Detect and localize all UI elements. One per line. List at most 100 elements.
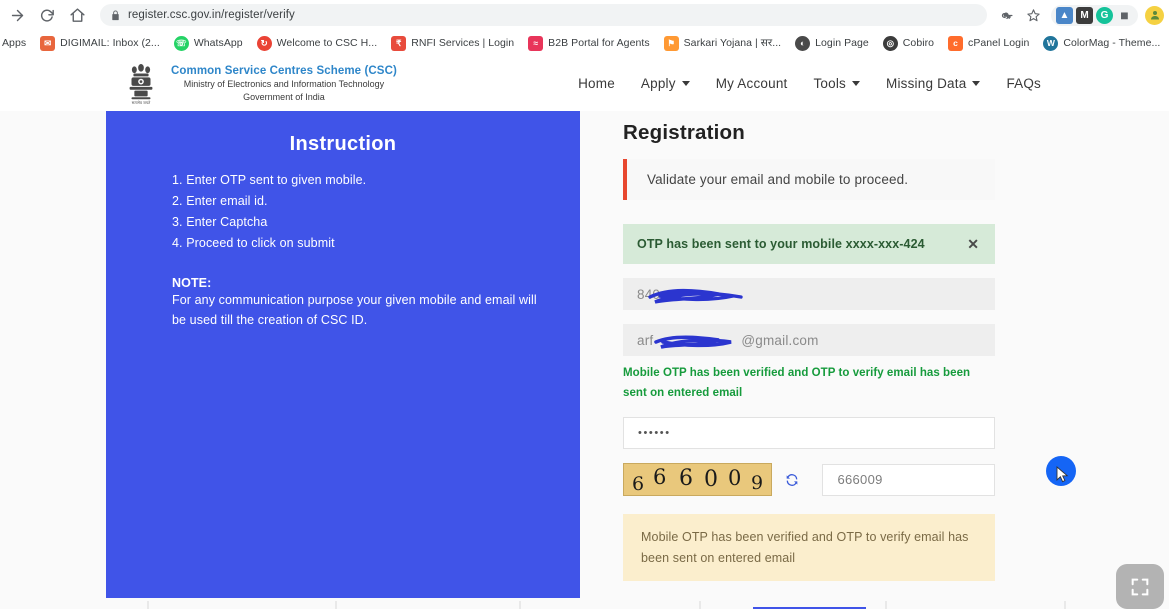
bookmark-label: Cobiro [902,37,935,49]
close-icon[interactable]: ✕ [967,237,979,251]
bookmark-item[interactable]: ✉ DIGIMAIL: Inbox (2... [33,32,167,54]
colormag-favicon: W [1043,35,1059,51]
bookmark-label: Login Page [815,37,869,49]
key-icon[interactable] [995,3,1019,27]
browser-window: register.csc.gov.in/register/verify ▲ M … [0,0,1169,609]
address-bar[interactable]: register.csc.gov.in/register/verify [100,4,987,26]
bookmark-item[interactable]: ◐ Login Page [788,32,876,54]
bookmark-item[interactable]: c cPanel Login [941,32,1036,54]
csc-favicon: ↻ [256,35,272,51]
registration-form: Registration Validate your email and mob… [623,111,995,609]
bookmark-label: B2B Portal for Agents [548,37,650,49]
bookmark-label: RNFI Services | Login [411,37,515,49]
captcha-char: 9 [751,472,764,495]
bottom-edge-ticks [147,601,1066,609]
bookmark-apps-label: Apps [2,37,27,49]
instruction-step: 2. Enter email id. [172,194,268,208]
bookmark-item[interactable]: ↻ Welcome to CSC H... [250,32,385,54]
bookmark-item[interactable]: ◎ Cobiro [876,32,941,54]
toolbar-right-icons: ▲ M G ■ [995,3,1169,27]
bookmark-item[interactable]: ⚑ Sarkari Yojana | सर... [657,32,789,54]
page-content: Instruction 1. Enter OTP sent to given m… [0,111,1169,609]
bookmark-item[interactable]: ₹ RNFI Services | Login [384,32,521,54]
bookmark-apps[interactable]: Apps [0,32,33,54]
profile-avatar[interactable] [1145,5,1164,25]
instruction-steps-list: 1. Enter OTP sent to given mobile. 2. En… [132,170,554,254]
puzzle-extensions-icon[interactable]: ■ [1116,7,1133,24]
otp-input[interactable]: •••••• [623,417,995,450]
bookmark-label: Welcome to CSC H... [276,37,378,49]
captcha-char: 6 [632,473,645,496]
bookmark-item[interactable]: W ColorMag - Theme... [1036,32,1167,54]
site-header: सत्यमेव जयते Common Service Centres Sche… [0,56,1169,111]
bookmark-label: ColorMag - Theme... [1063,37,1161,49]
email-input-value: arf @gmail.com [637,332,819,348]
nav-item-faqs[interactable]: FAQs [1006,76,1041,91]
browser-toolbar: register.csc.gov.in/register/verify ▲ M … [0,0,1169,30]
nav-label: My Account [715,76,788,91]
instruction-step: 4. Proceed to click on submit [172,236,335,250]
bookmark-item[interactable]: ☏ WhatsApp [167,32,250,54]
instruction-step: 3. Enter Captcha [172,215,268,229]
nav-item-tools[interactable]: Tools [813,76,860,91]
cobiro-favicon: ◎ [882,35,898,51]
forward-arrow-icon[interactable] [4,2,30,28]
warning-message-box: Mobile OTP has been verified and OTP to … [623,514,995,581]
site-logo[interactable]: सत्यमेव जयते Common Service Centres Sche… [122,62,397,106]
sarkari-yojana-favicon: ⚑ [663,35,679,51]
home-icon[interactable] [64,2,90,28]
site-logo-text: Common Service Centres Scheme (CSC) Mini… [171,64,397,104]
bookmark-label: DIGIMAIL: Inbox (2... [60,37,160,49]
nav-label: Missing Data [886,76,967,91]
page-title: Registration [623,121,745,144]
instruction-note-body: For any communication purpose your given… [172,293,537,328]
nav-item-my-account[interactable]: My Account [716,76,788,91]
captcha-row: 6 6 6 0 0 9 666009 [623,463,995,497]
nav-label: FAQs [1006,76,1041,91]
mouse-pointer-icon [1056,466,1069,483]
otp-input-value: •••••• [638,427,671,440]
captcha-char: 0 [704,467,718,493]
url-text: register.csc.gov.in/register/verify [128,9,295,21]
mobile-input-value: 840 [637,286,661,302]
validate-banner-text: Validate your email and mobile to procee… [647,172,909,187]
otp-sent-alert: OTP has been sent to your mobile xxxx-xx… [623,224,995,264]
bookmark-label: WhatsApp [193,37,243,49]
captcha-input[interactable]: 666009 [822,463,995,496]
gmail-icon[interactable]: M [1076,6,1093,24]
cpanel-favicon: c [948,35,964,51]
nav-label: Tools [813,76,846,91]
instruction-title: Instruction [289,133,397,155]
bookmark-label: Sarkari Yojana | सर... [683,37,782,49]
nav-item-missing-data[interactable]: Missing Data [886,76,981,91]
chevron-down-icon [852,81,860,86]
b2b-favicon: ≈ [528,35,544,51]
captcha-image: 6 6 6 0 0 9 [623,463,773,497]
email-input[interactable]: arf @gmail.com [623,324,995,356]
bookmarks-bar: Apps ✉ DIGIMAIL: Inbox (2... ☏ WhatsApp … [0,30,1169,56]
star-icon[interactable] [1021,3,1045,27]
instruction-note-title: NOTE: [172,276,212,290]
refresh-captcha-icon[interactable] [784,472,800,488]
digimail-favicon: ✉ [40,35,56,51]
whatsapp-favicon: ☏ [173,35,189,51]
lock-icon [110,9,121,21]
captcha-char: 0 [728,466,742,491]
captcha-char: 6 [653,465,667,490]
instruction-panel: Instruction 1. Enter OTP sent to given m… [106,111,580,598]
india-national-emblem: सत्यमेव जयते [129,63,153,104]
captcha-input-value: 666009 [837,472,883,488]
extensions-pill: ▲ M G ■ [1051,4,1138,26]
reload-icon[interactable] [34,2,60,28]
svg-text:सत्यमेव जयते: सत्यमेव जयते [132,99,151,104]
login-page-favicon: ◐ [795,35,811,51]
otp-alert-text: OTP has been sent to your mobile xxxx-xx… [637,237,925,251]
grammarly-icon[interactable]: G [1096,6,1113,24]
extension-blue-icon[interactable]: ▲ [1056,6,1073,24]
nav-label: Apply [640,76,676,91]
site-title: Common Service Centres Scheme (CSC) [171,64,397,77]
nav-item-apply[interactable]: Apply [641,76,690,91]
nav-item-home[interactable]: Home [578,76,615,91]
bookmark-item[interactable]: ≈ B2B Portal for Agents [521,32,656,54]
mobile-input[interactable]: 840 [623,278,995,310]
